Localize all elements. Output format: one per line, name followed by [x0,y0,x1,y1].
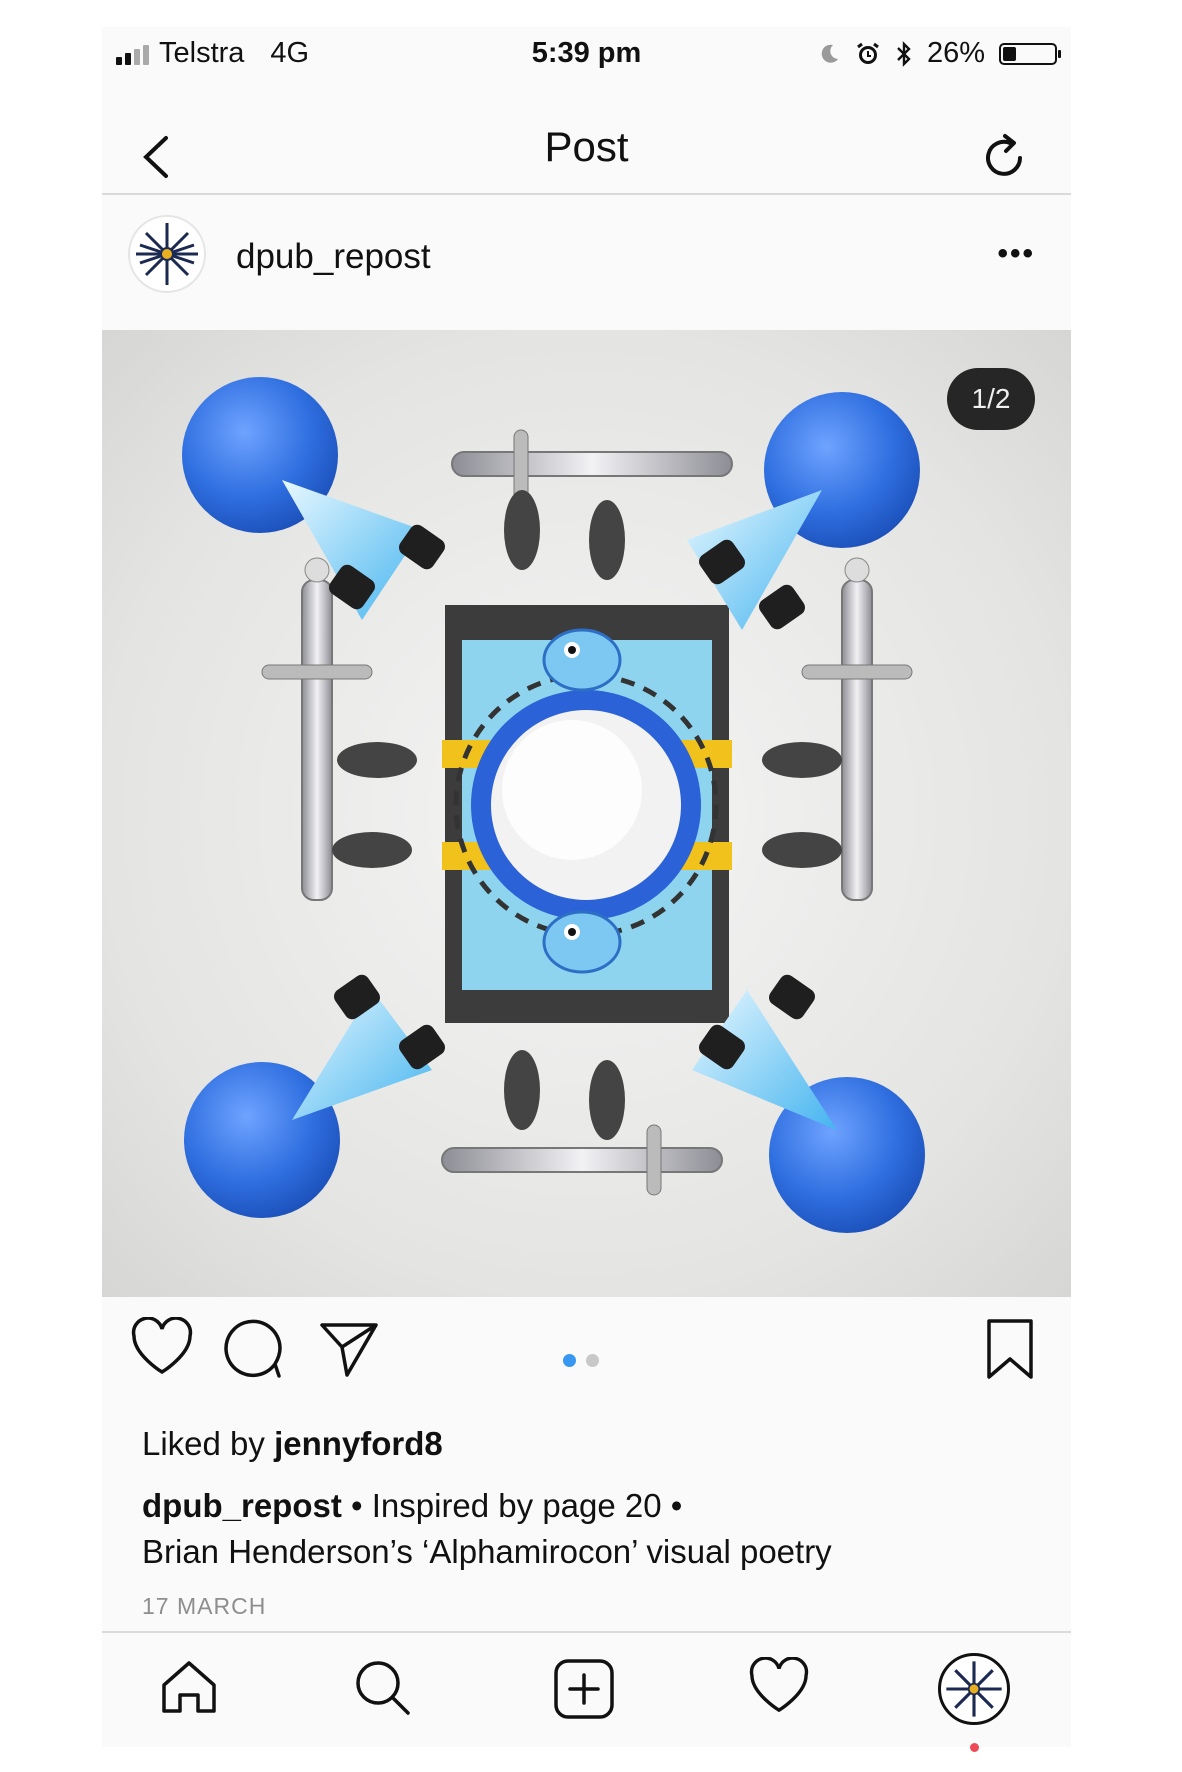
search-icon[interactable] [352,1657,414,1719]
battery-icon [999,42,1061,65]
battery-percent: 26% [926,37,985,69]
new-post-icon[interactable] [552,1657,616,1721]
avatar-logo-icon [136,223,198,285]
activity-heart-icon[interactable] [748,1657,810,1715]
alarm-icon [857,42,879,64]
bluetooth-icon [897,40,911,67]
moon-icon [821,44,838,63]
liked-by-user[interactable]: jennyford8 [274,1425,443,1462]
carousel-dot [563,1354,576,1367]
post-date: 17 MARCH [142,1593,267,1619]
heart-icon[interactable] [130,1317,194,1377]
profile-avatar[interactable] [938,1653,1010,1725]
caption-username[interactable]: dpub_repost [142,1487,342,1524]
caption-text-line1: • Inspired by page 20 • [341,1487,683,1524]
post-username[interactable]: dpub_repost [236,237,431,277]
post-image[interactable]: 1/2 [102,330,1071,1297]
home-icon[interactable] [158,1657,220,1717]
post-actions [102,1317,1071,1407]
share-icon[interactable] [318,1317,382,1381]
carousel-indicator [563,1354,599,1367]
nav-bar: Post [102,87,1071,195]
artwork-image [182,377,925,1233]
battery-fill [1003,46,1016,61]
notification-dot [970,1743,979,1752]
carousel-dot [586,1354,599,1367]
liked-by-prefix: Liked by [142,1425,265,1462]
caption-text-line2: Brian Henderson’s ‘Alphamirocon’ visual … [142,1533,832,1570]
status-right: 26% [817,37,1061,70]
comment-icon[interactable] [222,1317,286,1381]
profile-logo-icon [946,1661,1002,1717]
tab-bar [102,1631,1071,1752]
avatar[interactable] [128,215,206,293]
post-caption: dpub_repost • Inspired by page 20 • Bria… [142,1483,1042,1575]
post-header: dpub_repost ••• [102,195,1071,313]
more-horizontal-icon[interactable]: ••• [997,237,1035,271]
bookmark-icon[interactable] [985,1317,1035,1381]
page-title: Post [544,123,629,170]
likes-line: Liked by jennyford8 [142,1425,443,1463]
status-bar: Telstra 4G 5:39 pm 26% [102,27,1071,79]
refresh-icon[interactable] [977,131,1031,185]
image-counter-badge: 1/2 [947,368,1035,430]
phone-screen: Telstra 4G 5:39 pm 26% Post dpub_repost … [102,27,1071,1752]
